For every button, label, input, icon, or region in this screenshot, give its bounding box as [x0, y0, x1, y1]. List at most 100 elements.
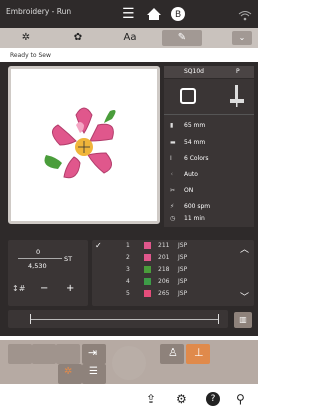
info-height: ▬ 54 mm — [170, 137, 252, 149]
color-row[interactable]: 3 218 JSP — [96, 264, 246, 276]
needle-icon: ♙ — [168, 346, 178, 359]
status-text: Ready to Sew — [10, 52, 51, 59]
color-brand: JSP — [178, 278, 188, 285]
color-swatch — [144, 254, 151, 261]
slider-handle[interactable] — [30, 314, 31, 324]
color-swatch — [144, 242, 151, 249]
info-thread-trim: ᚲ Auto — [170, 169, 252, 181]
info-time: ◷ 11 min — [170, 213, 252, 225]
trim-icon: ᚲ — [170, 171, 174, 178]
trim-value: Auto — [184, 171, 198, 178]
divider — [164, 114, 254, 115]
width-icon: ▮ — [170, 122, 174, 129]
color-row[interactable]: 2 201 JSP — [96, 252, 246, 264]
width-value: 65 mm — [184, 122, 206, 129]
direction-pad[interactable] — [112, 346, 146, 380]
stitch-forward-icon[interactable]: ↕# — [12, 284, 25, 293]
color-number: 211 — [158, 242, 170, 249]
help-icon[interactable]: ? — [206, 392, 220, 406]
svg-text:B: B — [175, 10, 181, 20]
stitch-unit: ST — [64, 255, 73, 263]
scroll-up-icon[interactable]: ︿ — [240, 242, 249, 255]
color-index: 3 — [126, 266, 130, 273]
spool-icon: I — [170, 155, 172, 162]
slider-end — [218, 314, 219, 324]
design-name: SQ10d — [184, 68, 204, 75]
import-button[interactable]: ⇥ — [82, 344, 106, 364]
speed-value: 600 spm — [184, 203, 211, 210]
list-icon: ☰ — [89, 366, 98, 377]
window-title: Embroidery - Run — [6, 7, 72, 16]
move-button[interactable] — [32, 344, 56, 364]
home-icon[interactable] — [146, 6, 162, 22]
tab-embroidery-edit[interactable]: ✿ — [58, 30, 98, 46]
needle-button[interactable]: ♙ — [160, 344, 184, 364]
color-brand: JSP — [178, 266, 188, 273]
design-preview[interactable] — [8, 66, 160, 224]
info-speed: ⚡ 600 spm — [170, 201, 252, 213]
clock-icon: ◷ — [170, 215, 176, 222]
tab-needle-settings[interactable]: ✲ — [6, 30, 46, 46]
design-page: P — [236, 68, 240, 75]
color-row[interactable]: 5 265 JSP — [96, 288, 246, 300]
color-number: 218 — [158, 266, 170, 273]
color-row[interactable]: 1 211 JSP — [96, 240, 246, 252]
slider-track — [30, 319, 218, 320]
color-brand: JSP — [178, 242, 188, 249]
color-index: 2 — [126, 254, 130, 261]
speed-icon: ⚡ — [170, 203, 175, 210]
embroidery-edit-icon: ✿ — [73, 32, 83, 43]
scissors-icon: ✂ — [170, 187, 176, 194]
frame-icon[interactable] — [180, 88, 196, 104]
frame-button[interactable] — [56, 344, 80, 364]
list-button[interactable]: ☰ — [82, 364, 106, 384]
presser-foot-icon[interactable] — [226, 84, 248, 108]
tab-stitch-edit[interactable]: ✎ — [162, 30, 202, 46]
wrench-icon[interactable]: ⚲ — [236, 392, 245, 406]
color-sort-button[interactable]: ✲ — [58, 364, 82, 384]
stitch-grid-icon[interactable]: ▥ — [234, 312, 252, 328]
layout-button[interactable] — [8, 344, 32, 364]
scroll-down-icon[interactable]: ﹀ — [240, 290, 249, 303]
minus-button[interactable]: − — [40, 283, 48, 294]
stitch-edit-icon: ✎ — [177, 32, 187, 43]
stitch-total: 4,530 — [28, 262, 47, 270]
save-icon[interactable]: ⇪ — [146, 392, 156, 406]
color-swatch — [144, 290, 151, 297]
design-header: SQ10d P — [164, 66, 254, 78]
stitch-slider[interactable] — [8, 310, 228, 328]
tab-text[interactable]: Aa — [110, 30, 150, 46]
tab-text-label: Aa — [123, 32, 137, 43]
stitch-point-button[interactable]: ⊥ — [186, 344, 210, 364]
color-swatch — [144, 278, 151, 285]
wifi-icon — [238, 7, 252, 21]
stitch-current: 0 — [36, 248, 41, 256]
color-sort-icon: ✲ — [64, 366, 73, 377]
color-number: 201 — [158, 254, 170, 261]
color-index: 1 — [126, 242, 130, 249]
import-icon: ⇥ — [88, 346, 98, 359]
color-brand: JSP — [178, 290, 188, 297]
time-value: 11 min — [184, 215, 205, 222]
colors-value: 6 Colors — [184, 155, 209, 162]
height-value: 54 mm — [184, 139, 206, 146]
needle-settings-icon: ✲ — [21, 32, 31, 43]
plus-button[interactable]: + — [66, 283, 74, 294]
flower-design — [44, 107, 116, 179]
height-icon: ▬ — [170, 139, 176, 146]
color-swatch — [144, 266, 151, 273]
info-width: ▮ 65 mm — [170, 120, 252, 132]
info-colors: I 6 Colors — [170, 153, 252, 165]
color-row[interactable]: 4 206 JSP — [96, 276, 246, 288]
chevron-down-icon[interactable]: ⌄ — [232, 31, 252, 45]
divider — [18, 258, 62, 259]
needle-point-icon: ⊥ — [194, 346, 204, 359]
color-index: 5 — [126, 290, 130, 297]
color-number: 265 — [158, 290, 170, 297]
menu-icon[interactable]: ☰ — [122, 7, 135, 21]
settings-icon[interactable]: ⚙ — [176, 392, 187, 406]
stitch-panel — [8, 240, 88, 306]
color-brand: JSP — [178, 254, 188, 261]
color-index: 4 — [126, 278, 130, 285]
color-number: 206 — [158, 278, 170, 285]
